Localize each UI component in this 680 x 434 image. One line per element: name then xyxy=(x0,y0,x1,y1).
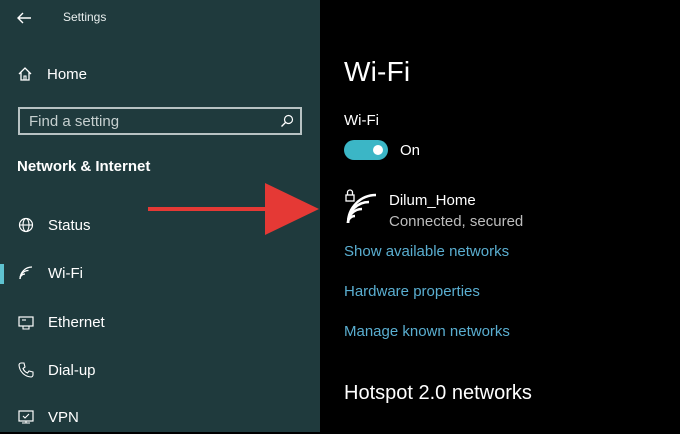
network-status: Connected, secured xyxy=(389,213,524,230)
sidebar-item-label: Dial-up xyxy=(48,361,96,379)
globe-icon xyxy=(17,216,35,234)
phone-icon xyxy=(17,361,35,379)
sidebar-item-label: Wi-Fi xyxy=(48,264,83,282)
active-indicator xyxy=(0,264,4,284)
sidebar-item-label: Status xyxy=(48,216,91,234)
sidebar-item-label: VPN xyxy=(48,408,79,426)
show-available-networks-link[interactable]: Show available networks xyxy=(344,243,509,260)
hotspot-section-heading: Hotspot 2.0 networks xyxy=(344,382,532,404)
annotation-arrow xyxy=(148,183,319,235)
home-nav-item[interactable]: Home xyxy=(17,62,87,86)
home-icon xyxy=(17,66,33,82)
vpn-icon xyxy=(17,408,35,426)
wifi-icon xyxy=(17,264,35,282)
hardware-properties-link[interactable]: Hardware properties xyxy=(344,283,480,300)
app-title: Settings xyxy=(63,10,107,24)
sidebar-item-dialup[interactable]: Dial-up xyxy=(0,353,320,387)
wifi-toggle-label: Wi-Fi xyxy=(344,112,379,129)
title-bar: Settings xyxy=(0,0,320,36)
connected-network[interactable]: Dilum_Home Connected, secured xyxy=(344,186,664,230)
sidebar-item-ethernet[interactable]: Ethernet xyxy=(0,305,320,339)
search-box[interactable] xyxy=(18,107,302,135)
back-button[interactable] xyxy=(14,9,34,27)
search-input[interactable] xyxy=(20,109,279,133)
sidebar-item-label: Ethernet xyxy=(48,313,105,331)
sidebar-item-vpn[interactable]: VPN xyxy=(0,400,320,434)
main-content: Wi-Fi Wi-Fi On Dilum_Home Connected, sec… xyxy=(320,0,680,432)
toggle-knob xyxy=(373,145,383,155)
network-name: Dilum_Home xyxy=(389,192,476,209)
search-icon[interactable] xyxy=(280,114,294,128)
sidebar-item-wifi[interactable]: Wi-Fi xyxy=(0,256,320,290)
home-label: Home xyxy=(47,65,88,83)
manage-known-networks-link[interactable]: Manage known networks xyxy=(344,323,510,340)
wifi-secured-icon xyxy=(344,186,378,226)
ethernet-icon xyxy=(17,313,35,331)
section-heading: Network & Internet xyxy=(17,158,151,175)
wifi-toggle[interactable] xyxy=(344,140,388,160)
page-title: Wi-Fi xyxy=(344,56,411,87)
wifi-toggle-state: On xyxy=(400,142,421,159)
back-arrow-icon xyxy=(17,12,31,24)
